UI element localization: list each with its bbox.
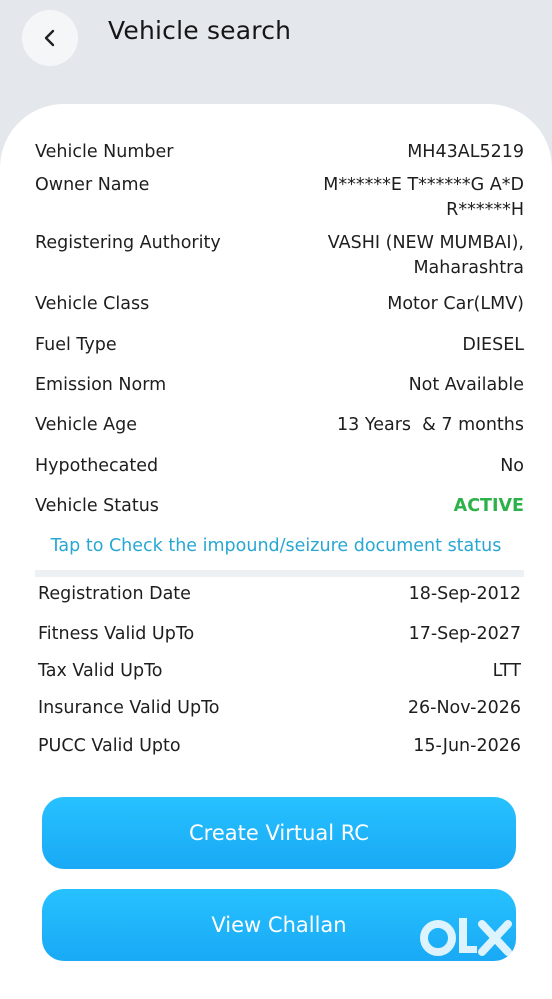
detail-value: DIESEL (462, 335, 524, 355)
detail-row-vehicle-number: Vehicle Number MH43AL5219 (35, 140, 524, 165)
detail-label: Registering Authority (35, 233, 221, 253)
detail-value: No (500, 456, 524, 476)
section-divider (35, 570, 524, 577)
status-badge: ACTIVE (453, 496, 524, 516)
detail-row-fuel-type: Fuel Type DIESEL (35, 333, 524, 358)
top-bar: Vehicle search (0, 0, 552, 110)
detail-value: VASHI (NEW MUMBAI), Maharashtra (327, 233, 524, 278)
validity-label: Registration Date (38, 584, 191, 604)
detail-label: Vehicle Status (35, 496, 159, 516)
detail-value: M******E T******G A*D R******H (323, 175, 524, 220)
olx-logo (420, 918, 512, 956)
validity-value: 26-Nov-2026 (407, 698, 521, 718)
detail-label: Fuel Type (35, 335, 117, 355)
detail-row-registering-authority: Registering Authority VASHI (NEW MUMBAI)… (35, 231, 524, 281)
detail-value: MH43AL5219 (407, 142, 524, 162)
detail-row-vehicle-status: Vehicle Status ACTIVE (35, 494, 524, 519)
validity-row-tax: Tax Valid UpTo LTT (38, 659, 521, 684)
page-title: Vehicle search (108, 16, 292, 45)
validity-value: 17-Sep-2027 (408, 624, 521, 644)
chevron-left-icon (44, 29, 55, 47)
detail-row-emission-norm: Emission Norm Not Available (35, 373, 524, 398)
create-virtual-rc-button[interactable]: Create Virtual RC (42, 797, 516, 869)
detail-row-owner-name: Owner Name M******E T******G A*D R******… (35, 173, 524, 223)
validity-label: Insurance Valid UpTo (38, 698, 220, 718)
validity-row-insurance: Insurance Valid UpTo 26-Nov-2026 (38, 696, 521, 721)
detail-value: 13 Years & 7 months (337, 415, 524, 435)
validity-value: 18-Sep-2012 (408, 584, 521, 604)
detail-label: Hypothecated (35, 456, 159, 476)
detail-label: Owner Name (35, 175, 150, 195)
validity-label: Tax Valid UpTo (38, 661, 163, 681)
detail-value: Motor Car(LMV) (387, 294, 524, 314)
detail-row-vehicle-class: Vehicle Class Motor Car(LMV) (35, 292, 524, 317)
impound-status-link[interactable]: Tap to Check the impound/seizure documen… (0, 536, 552, 556)
detail-label: Vehicle Number (35, 142, 174, 162)
detail-label: Emission Norm (35, 375, 167, 395)
detail-label: Vehicle Class (35, 294, 150, 314)
validity-row-pucc: PUCC Valid Upto 15-Jun-2026 (38, 734, 521, 759)
validity-label: PUCC Valid Upto (38, 736, 181, 756)
detail-label: Vehicle Age (35, 415, 137, 435)
validity-value: LTT (492, 661, 521, 681)
detail-value: Not Available (408, 375, 524, 395)
detail-row-hypothecated: Hypothecated No (35, 454, 524, 479)
back-button[interactable] (22, 10, 78, 66)
validity-row-registration-date: Registration Date 18-Sep-2012 (38, 582, 521, 607)
detail-row-vehicle-age: Vehicle Age 13 Years & 7 months (35, 413, 524, 438)
validity-row-fitness: Fitness Valid UpTo 17-Sep-2027 (38, 622, 521, 647)
validity-label: Fitness Valid UpTo (38, 624, 195, 644)
validity-value: 15-Jun-2026 (413, 736, 521, 756)
